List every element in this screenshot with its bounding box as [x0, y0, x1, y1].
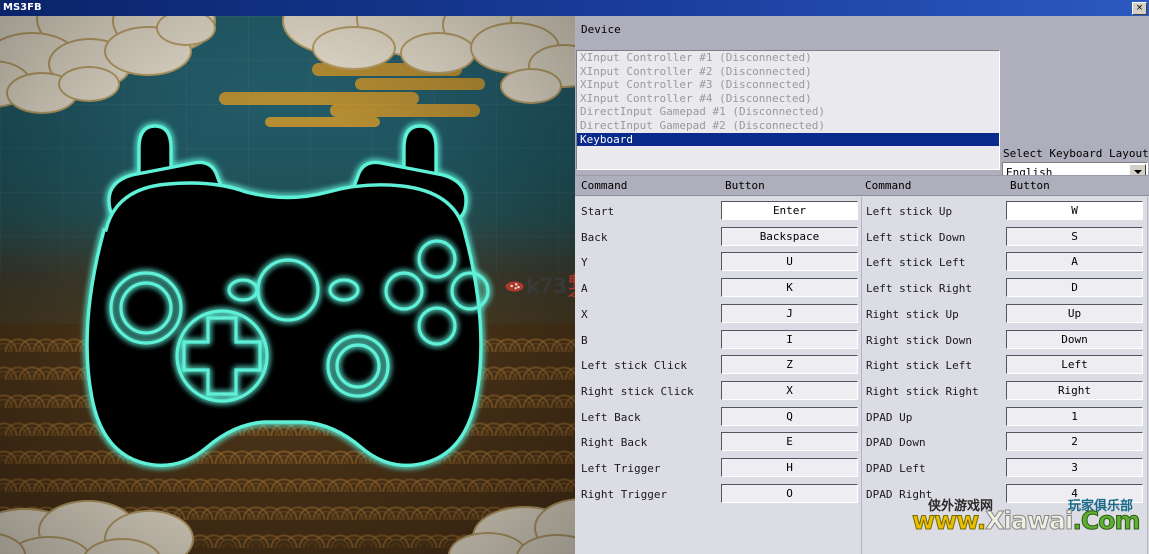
binding-command-label: Right stick Up	[866, 307, 959, 321]
binding-command-label: DPAD Left	[866, 462, 926, 475]
device-list-item[interactable]: Keyboard	[577, 132, 999, 147]
binding-command-label: DPAD Down	[866, 436, 926, 450]
binding-command-label: Right Back	[581, 436, 648, 450]
binding-command-label: Left stick Left	[866, 256, 966, 270]
device-list-item[interactable]: XInput Controller #3 (Disconnected)	[577, 78, 999, 92]
binding-command-label: Right Trigger	[581, 487, 668, 501]
application-window: MS3FB × k73 电 之 Device XInput Controller…	[0, 0, 1149, 554]
binding-key-button[interactable]: A	[1006, 252, 1143, 272]
binding-key-button[interactable]: Q	[721, 406, 858, 426]
binding-key-button[interactable]: S	[1006, 226, 1143, 246]
device-list-item[interactable]: DirectInput Gamepad #1 (Disconnected)	[577, 105, 999, 119]
binding-command-label: Left stick Down	[866, 230, 966, 244]
binding-command-label: B	[581, 333, 588, 347]
binding-key-button[interactable]: Right	[1006, 380, 1143, 400]
header-button-right: Button	[1010, 179, 1050, 192]
binding-key-button[interactable]: Up	[1006, 303, 1143, 323]
binding-key-button[interactable]: K	[721, 278, 858, 298]
header-command-left: Command	[581, 179, 628, 192]
keyboard-layout-label: Select Keyboard Layout	[1003, 147, 1149, 160]
binding-command-label: Left stick Click	[581, 359, 687, 373]
binding-command-label: Back	[581, 230, 608, 244]
bindings-grid-header: Command Button Command Button	[575, 176, 1149, 196]
header-button-left: Button	[725, 179, 765, 192]
device-list-item[interactable]: DirectInput Gamepad #2 (Disconnected)	[577, 119, 999, 133]
bindings-grid-body: Start Enter Back Backspace Y U A K X J B I Left stic…	[575, 197, 1149, 554]
binding-command-label: DPAD Right	[866, 487, 933, 501]
device-list-item[interactable]: XInput Controller #1 (Disconnected)	[577, 51, 999, 65]
binding-key-button[interactable]: W	[1006, 201, 1143, 220]
binding-command-label: Left stick Right	[866, 282, 972, 296]
binding-key-button[interactable]: Z	[721, 355, 858, 375]
binding-key-button[interactable]: D	[1006, 278, 1143, 298]
column-divider	[1147, 197, 1148, 554]
binding-command-label: X	[581, 307, 588, 321]
binding-key-button[interactable]: 1	[1006, 406, 1143, 426]
binding-key-button[interactable]: H	[721, 458, 858, 477]
binding-command-label: Left Back	[581, 410, 641, 424]
binding-key-button[interactable]: O	[721, 483, 858, 503]
binding-command-label: Right stick Click	[581, 384, 694, 398]
binding-key-button[interactable]: Backspace	[721, 226, 858, 246]
binding-key-button[interactable]: X	[721, 380, 858, 400]
binding-command-label: A	[581, 282, 588, 296]
device-list-item[interactable]: XInput Controller #2 (Disconnected)	[577, 65, 999, 79]
controller-image-panel: k73 电玩之家 .com	[0, 16, 575, 554]
gamepad-illustration	[85, 124, 490, 468]
binding-command-label: Right stick Left	[866, 359, 972, 373]
device-listbox[interactable]: XInput Controller #1 (Disconnected) XInpu…	[576, 50, 1000, 170]
window-title: MS3FB	[3, 2, 42, 13]
binding-command-label: Right stick Right	[866, 384, 979, 398]
close-icon[interactable]: ×	[1132, 1, 1147, 15]
binding-command-label: Left stick Up	[866, 205, 953, 218]
binding-key-button[interactable]: Down	[1006, 329, 1143, 349]
binding-command-label: Right stick Down	[866, 333, 972, 347]
binding-command-label: Y	[581, 256, 588, 270]
binding-key-button[interactable]: Enter	[721, 201, 858, 220]
device-list-item[interactable]: XInput Controller #4 (Disconnected)	[577, 92, 999, 106]
binding-key-button[interactable]: J	[721, 303, 858, 323]
binding-key-button[interactable]: U	[721, 252, 858, 272]
binding-command-label: Left Trigger	[581, 462, 661, 475]
window-titlebar: MS3FB ×	[0, 0, 1149, 16]
settings-panel: Device XInput Controller #1 (Disconnecte…	[575, 16, 1149, 554]
binding-command-label: Start	[581, 205, 615, 218]
binding-key-button[interactable]: E	[721, 432, 858, 452]
binding-command-label: DPAD Up	[866, 410, 913, 424]
binding-key-button[interactable]: Left	[1006, 355, 1143, 375]
device-label: Device	[581, 23, 621, 36]
binding-key-button[interactable]: I	[721, 329, 858, 349]
bindings-grid: Command Button Command Button Start Enter…	[575, 175, 1149, 554]
binding-key-button[interactable]: 4	[1006, 483, 1143, 503]
column-divider	[861, 197, 862, 554]
binding-key-button[interactable]: 2	[1006, 432, 1143, 452]
header-command-right: Command	[865, 179, 912, 192]
binding-key-button[interactable]: 3	[1006, 458, 1143, 477]
